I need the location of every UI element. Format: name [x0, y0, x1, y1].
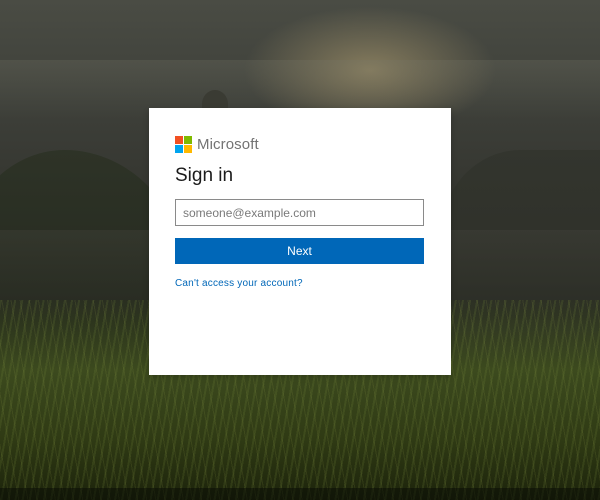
- next-button[interactable]: Next: [175, 238, 424, 264]
- page-title: Sign in: [175, 165, 234, 186]
- logo-yellow-square: [184, 144, 192, 153]
- brand-name: Microsoft: [197, 135, 259, 153]
- bottom-bar: [0, 488, 600, 500]
- logo-red-square: [175, 135, 183, 144]
- logo-blue-square: [175, 144, 183, 153]
- email-field[interactable]: [175, 199, 424, 226]
- microsoft-logo-icon: [175, 135, 192, 153]
- logo-green-square: [184, 135, 192, 144]
- signin-card: Microsoft Sign in Next Can't access your…: [149, 108, 451, 375]
- brand-header: Microsoft: [175, 135, 425, 153]
- cant-access-account-link[interactable]: Can't access your account?: [175, 278, 303, 289]
